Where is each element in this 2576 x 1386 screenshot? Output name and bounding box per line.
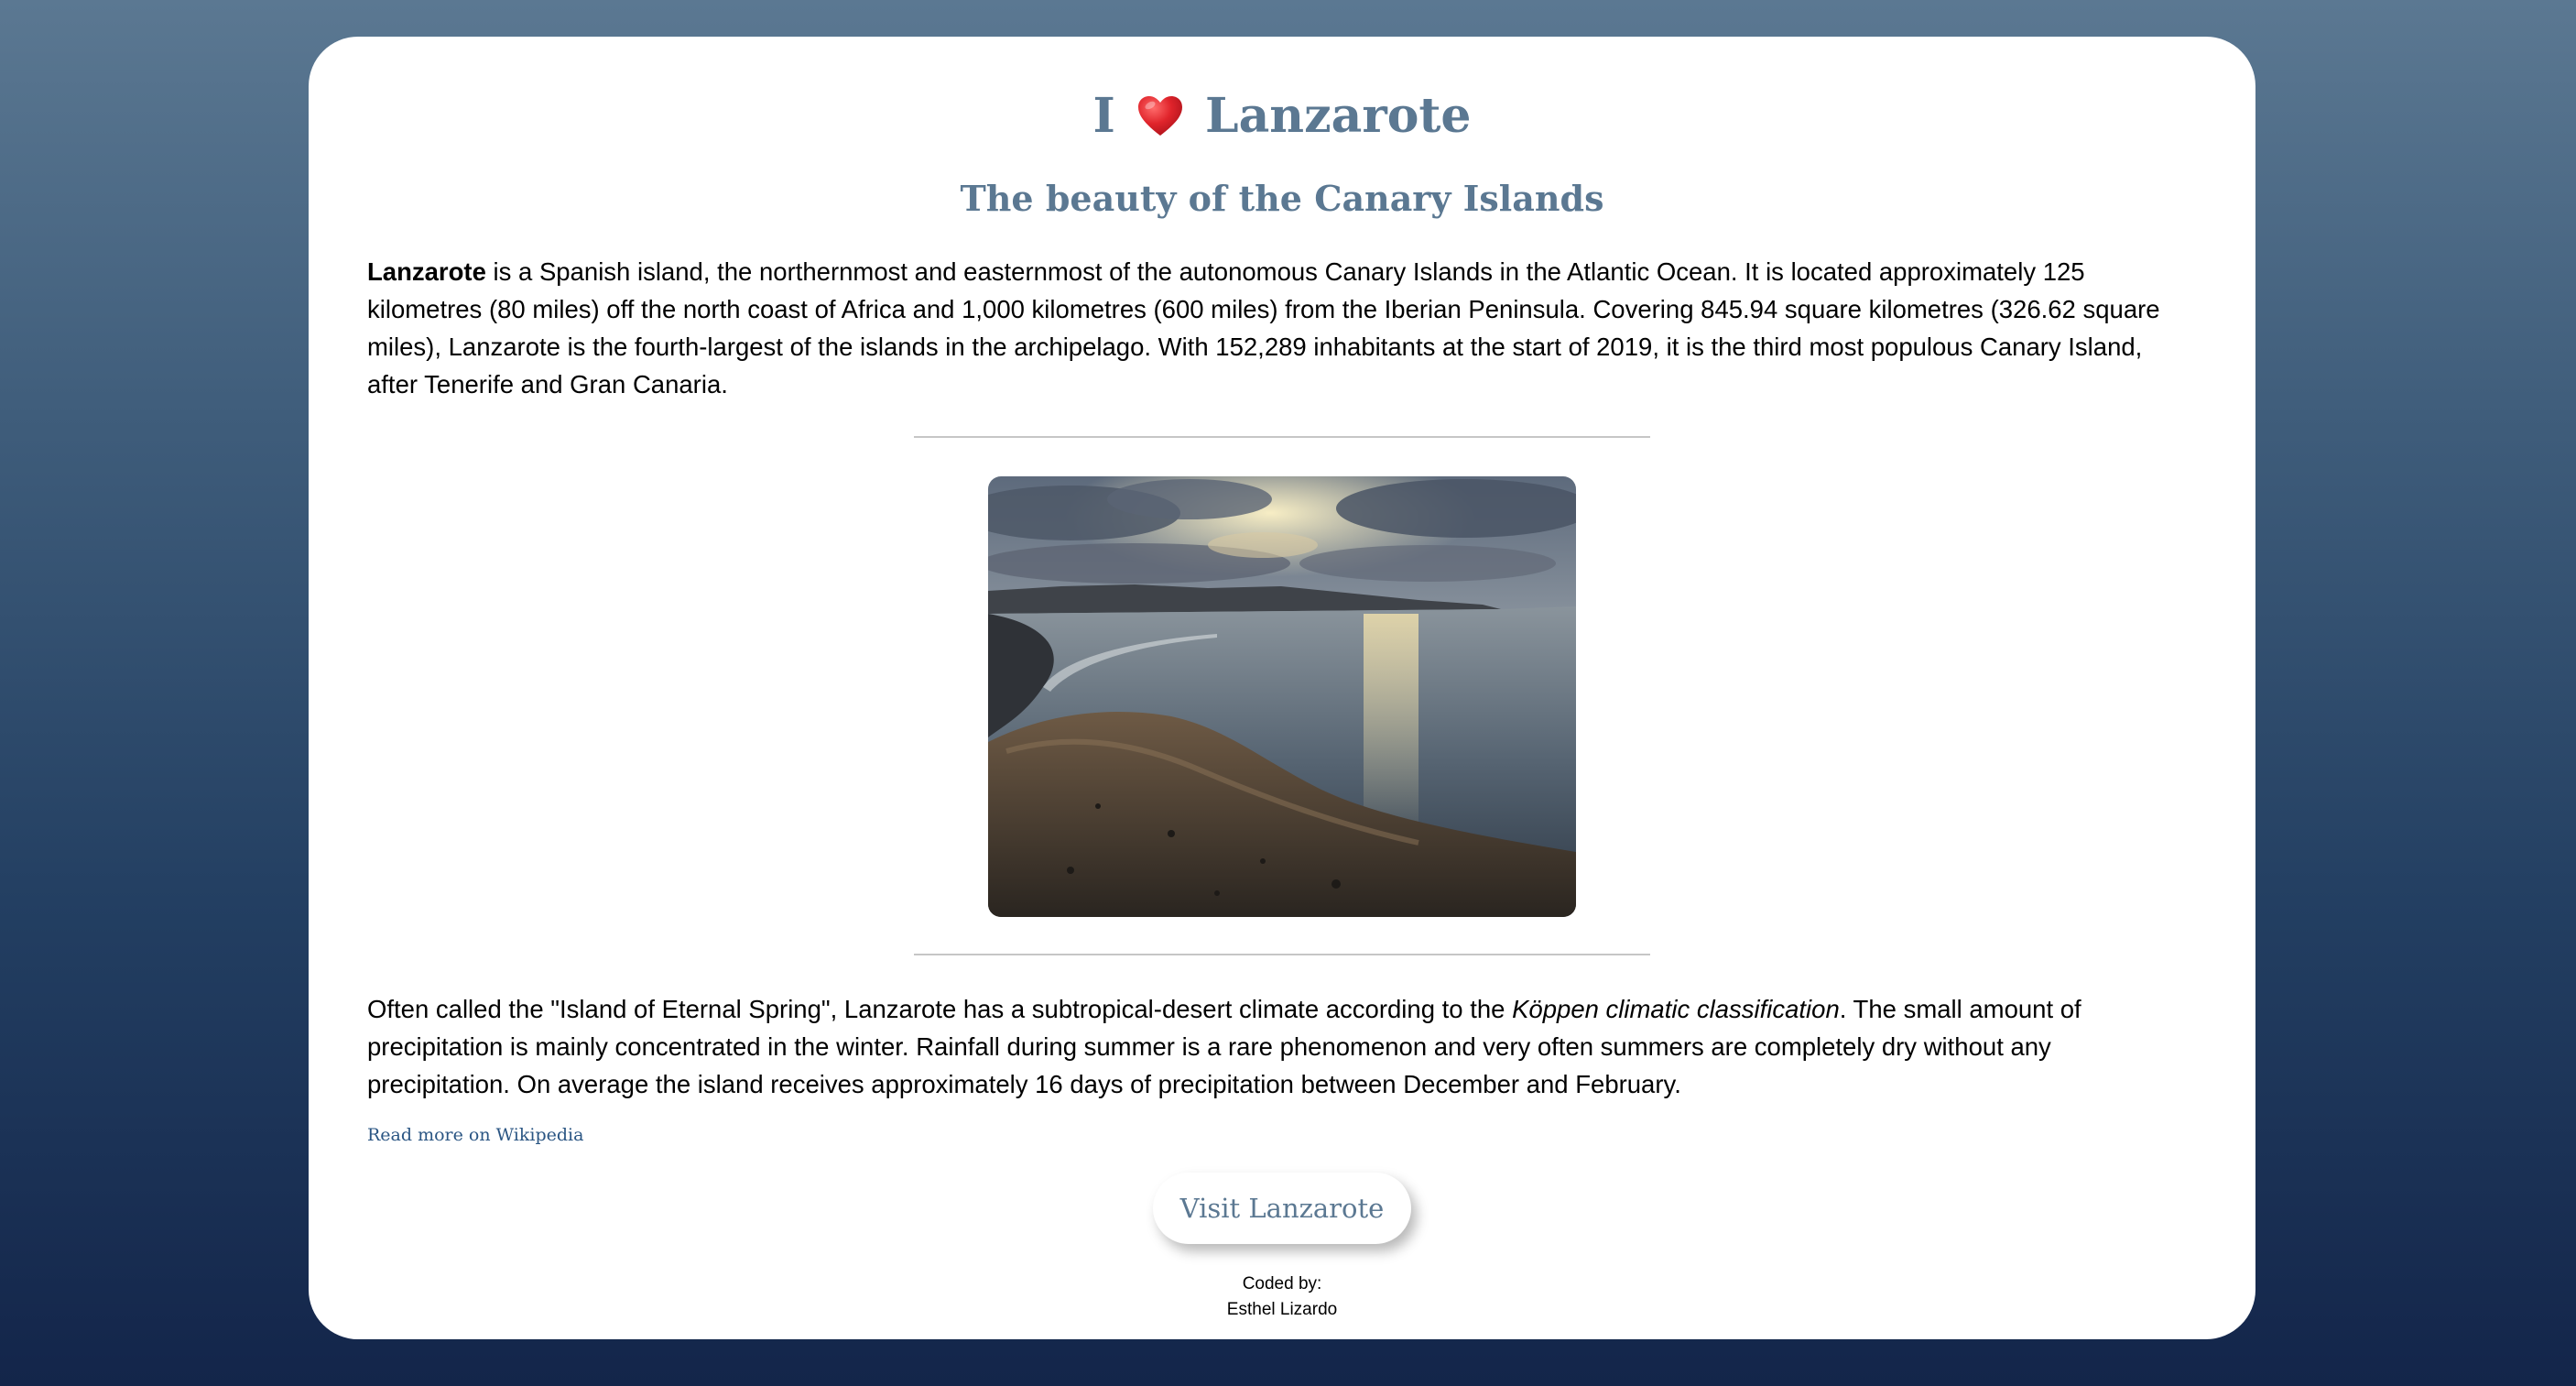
page-subtitle: The beauty of the Canary Islands [960,178,1604,220]
intro-text: is a Spanish island, the northernmost an… [367,256,2160,398]
intro-paragraph: Lanzarote is a Spanish island, the north… [367,253,2197,403]
heart-icon [1137,93,1183,150]
divider-bottom [914,953,1650,955]
page-title: I Lanzarote [367,88,2197,150]
author-name: Esthel Lizardo [1226,1299,1338,1319]
climate-paragraph: Often called the "Island of Eternal Spri… [367,990,2197,1103]
lanzarote-photo [988,475,1576,917]
divider-top [914,435,1650,438]
climate-text-before: Often called the "Island of Eternal Spri… [367,994,1513,1023]
footer-credits: Coded by: Esthel Lizardo [367,1271,2197,1323]
wikipedia-link[interactable]: Read more on Wikipedia [367,1125,2197,1145]
visit-lanzarote-button[interactable]: Visit Lanzarote [1152,1172,1412,1244]
title-suffix: Lanzarote [1205,88,1472,144]
coded-by-label: Coded by: [1242,1273,1322,1293]
content-card: I Lanzarote The beauty of the Canary Isl… [309,37,2255,1339]
climate-italic: Köppen climatic classification [1512,994,1840,1023]
cta-container: Visit Lanzarote [367,1172,2197,1244]
title-prefix: I [1092,88,1115,144]
intro-bold-lead: Lanzarote [367,256,486,286]
